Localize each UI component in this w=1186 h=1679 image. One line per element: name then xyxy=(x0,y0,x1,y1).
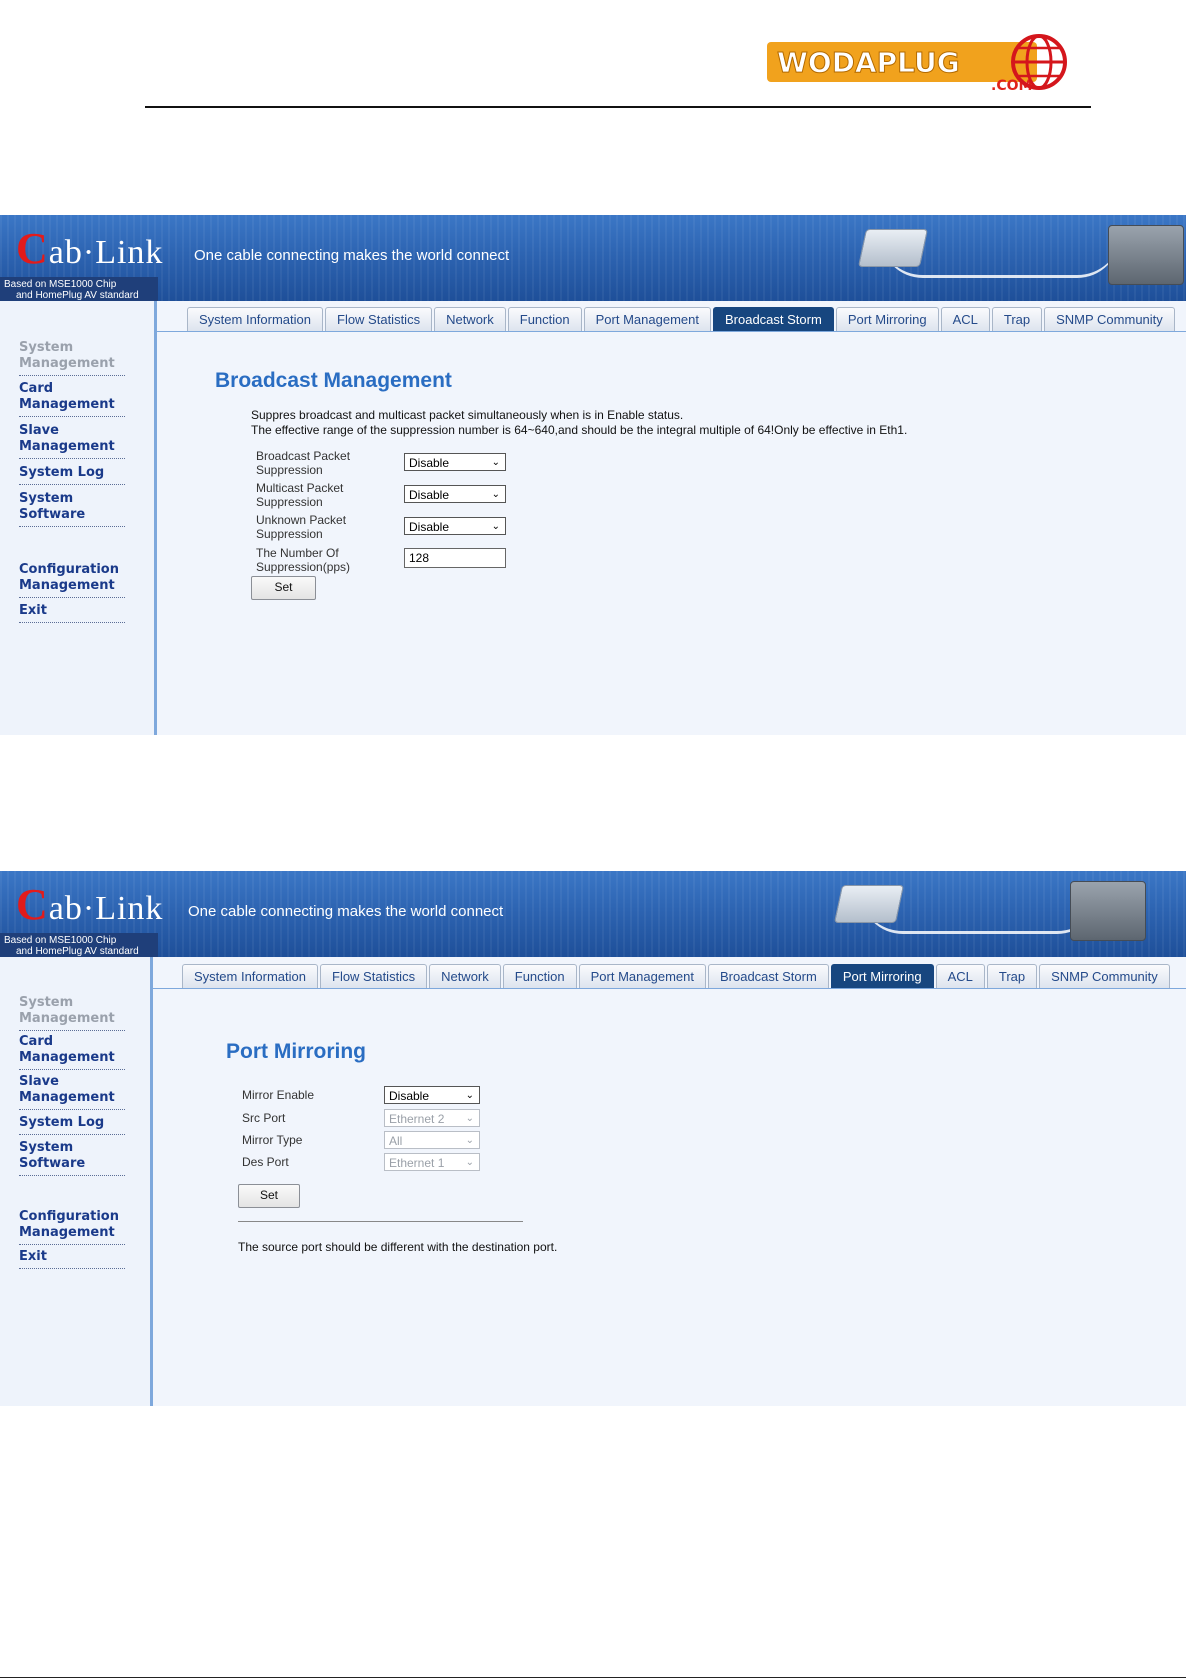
description-line-2: The effective range of the suppression n… xyxy=(251,423,908,437)
tab-acl[interactable]: ACL xyxy=(935,964,985,988)
tab-port-mirroring[interactable]: Port Mirroring xyxy=(835,307,939,331)
broadcast-suppression-select[interactable]: Disable ⌄ xyxy=(404,453,506,471)
tab-network[interactable]: Network xyxy=(434,307,506,331)
sidebar-item-configuration-management[interactable]: Configuration Management xyxy=(19,1209,125,1245)
sidebar-item-card-management[interactable]: Card Management xyxy=(19,381,125,417)
tab-bar: System Information Flow Statistics Netwo… xyxy=(187,307,1177,331)
tab-broadcast-storm[interactable]: Broadcast Storm xyxy=(712,307,834,331)
port-note: The source port should be different with… xyxy=(238,1240,558,1254)
sidebar-item-slave-management[interactable]: Slave Management xyxy=(19,1074,125,1110)
sidebar-item-exit[interactable]: Exit xyxy=(19,603,125,623)
modem-image xyxy=(833,885,905,923)
page-title: Broadcast Management xyxy=(215,369,452,392)
tab-flow-statistics[interactable]: Flow Statistics xyxy=(320,964,428,988)
page-title: Port Mirroring xyxy=(226,1040,366,1063)
tab-broadcast-storm[interactable]: Broadcast Storm xyxy=(707,964,829,988)
footer-rule xyxy=(0,1677,1186,1678)
cablink-logo: Cab·Link xyxy=(16,224,164,273)
chevron-down-icon: ⌄ xyxy=(491,457,500,468)
chevron-down-icon: ⌄ xyxy=(465,1135,474,1146)
chevron-down-icon: ⌄ xyxy=(465,1157,474,1168)
mirror-enable-label: Mirror Enable xyxy=(242,1088,315,1102)
chevron-down-icon: ⌄ xyxy=(465,1113,474,1124)
banner-slogan: One cable connecting makes the world con… xyxy=(194,247,510,264)
sidebar-item-configuration-management[interactable]: Configuration Management xyxy=(19,562,125,598)
tab-snmp-community[interactable]: SNMP Community xyxy=(1039,964,1170,988)
sidebar-item-slave-management[interactable]: Slave Management xyxy=(19,423,125,459)
header-rule xyxy=(145,106,1091,108)
tab-trap[interactable]: Trap xyxy=(986,964,1038,988)
tab-function[interactable]: Function xyxy=(507,307,582,331)
chip-note: Based on MSE1000 Chip and HomePlug AV st… xyxy=(0,933,158,957)
chevron-down-icon: ⌄ xyxy=(491,521,500,532)
modem-image xyxy=(857,229,929,267)
suppression-number-input[interactable]: 128 xyxy=(404,548,506,568)
chip-note: Based on MSE1000 Chip and HomePlug AV st… xyxy=(0,277,158,301)
sidebar-item-system-log[interactable]: System Log xyxy=(19,465,125,485)
device-image xyxy=(1070,881,1146,941)
tab-trap[interactable]: Trap xyxy=(991,307,1043,331)
divider xyxy=(238,1221,523,1222)
cablink-banner: Cab·Link One cable connecting makes the … xyxy=(0,871,1186,957)
des-port-label: Des Port xyxy=(242,1155,289,1169)
logo-text: WODAPLUG xyxy=(777,46,960,79)
sidebar-item-system-software[interactable]: System Software xyxy=(19,491,125,527)
broadcast-storm-screen: Cab·Link One cable connecting makes the … xyxy=(0,215,1186,735)
mirror-type-select[interactable]: All ⌄ xyxy=(384,1131,480,1149)
broadcast-suppression-label: Broadcast Packet Suppression xyxy=(256,449,351,477)
tab-system-information[interactable]: System Information xyxy=(187,307,323,331)
sidebar-item-system-software[interactable]: System Software xyxy=(19,1140,125,1176)
tab-network[interactable]: Network xyxy=(429,964,501,988)
des-port-select[interactable]: Ethernet 1 ⌄ xyxy=(384,1153,480,1171)
tab-bar: System Information Flow Statistics Netwo… xyxy=(182,964,1172,988)
tab-system-information[interactable]: System Information xyxy=(182,964,318,988)
set-button[interactable]: Set xyxy=(251,576,316,600)
multicast-suppression-select[interactable]: Disable ⌄ xyxy=(404,485,506,503)
tab-port-management[interactable]: Port Management xyxy=(578,964,706,988)
tab-port-management[interactable]: Port Management xyxy=(583,307,711,331)
description-line-1: Suppres broadcast and multicast packet s… xyxy=(251,408,684,422)
unknown-suppression-select[interactable]: Disable ⌄ xyxy=(404,517,506,535)
mirror-type-label: Mirror Type xyxy=(242,1133,303,1147)
wodaplug-logo: WODAPLUG .COM xyxy=(763,32,1081,94)
mirror-enable-select[interactable]: Disable ⌄ xyxy=(384,1086,480,1104)
src-port-select[interactable]: Ethernet 2 ⌄ xyxy=(384,1109,480,1127)
sidebar-item-system-management[interactable]: System Management xyxy=(19,340,125,376)
multicast-suppression-label: Multicast Packet Suppression xyxy=(256,481,344,509)
banner-slogan: One cable connecting makes the world con… xyxy=(188,903,504,920)
tab-acl[interactable]: ACL xyxy=(940,307,990,331)
sidebar-item-system-management[interactable]: System Management xyxy=(19,995,125,1031)
tab-function[interactable]: Function xyxy=(502,964,577,988)
sidebar-item-system-log[interactable]: System Log xyxy=(19,1115,125,1135)
tab-port-mirroring[interactable]: Port Mirroring xyxy=(830,964,934,988)
port-mirroring-screen: Cab·Link One cable connecting makes the … xyxy=(0,871,1186,1406)
sidebar-item-exit[interactable]: Exit xyxy=(19,1249,125,1269)
unknown-suppression-label: Unknown Packet Suppression xyxy=(256,513,347,541)
cablink-banner: Cab·Link One cable connecting makes the … xyxy=(0,215,1186,301)
chevron-down-icon: ⌄ xyxy=(491,489,500,500)
src-port-label: Src Port xyxy=(242,1111,286,1125)
chevron-down-icon: ⌄ xyxy=(465,1090,474,1101)
cablink-logo: Cab·Link xyxy=(16,880,164,929)
set-button[interactable]: Set xyxy=(238,1184,300,1208)
tab-snmp-community[interactable]: SNMP Community xyxy=(1044,307,1175,331)
device-image xyxy=(1108,225,1184,285)
tab-flow-statistics[interactable]: Flow Statistics xyxy=(325,307,433,331)
suppression-number-label: The Number Of Suppression(pps) xyxy=(256,546,351,574)
sidebar-item-card-management[interactable]: Card Management xyxy=(19,1034,125,1070)
